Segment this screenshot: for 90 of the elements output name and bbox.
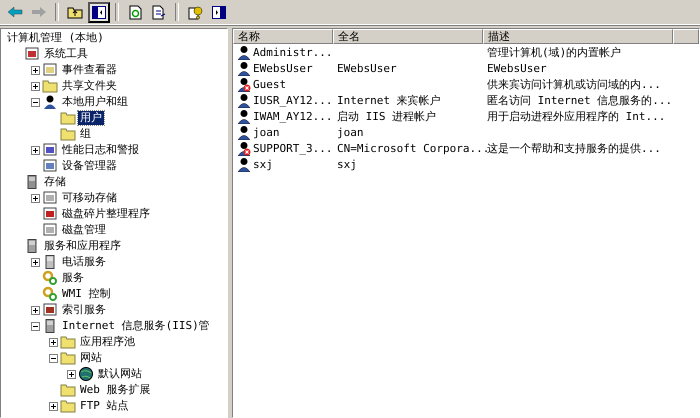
tree-item[interactable]: 默认网站 — [96, 367, 144, 381]
tree-item[interactable]: Internet 信息服务(IIS)管 — [60, 319, 212, 333]
plus-icon — [32, 306, 39, 314]
user-name[interactable]: IWAM_AY12... — [253, 110, 332, 122]
tree-item[interactable]: 共享文件夹 — [60, 79, 119, 93]
user-icon — [237, 108, 251, 124]
tree-item[interactable]: WMI 控制 — [60, 287, 112, 301]
tree-item[interactable]: 应用程序池 — [78, 335, 137, 349]
tree-item[interactable]: 设备管理器 — [60, 159, 119, 173]
folder-icon — [60, 398, 76, 414]
expand-toggle[interactable] — [31, 66, 40, 74]
user-icon — [237, 124, 251, 140]
tree-root-label[interactable]: 计算机管理 (本地) — [5, 31, 106, 45]
user-name[interactable]: joan — [253, 126, 280, 138]
plus-icon — [32, 146, 39, 154]
description: 用于启动进程外应用程序的 Int... — [487, 108, 666, 124]
disabled-user-icon — [237, 140, 251, 156]
tree-item[interactable]: 服务和应用程序 — [42, 239, 123, 253]
folder-icon — [60, 126, 76, 142]
tree-item[interactable]: 存储 — [42, 175, 68, 189]
user-name[interactable]: EWebsUser — [253, 62, 313, 74]
tree-item[interactable]: 磁盘管理 — [60, 223, 108, 237]
expand-toggle[interactable] — [67, 370, 76, 378]
folder-up-icon — [67, 5, 83, 19]
user-name[interactable]: Administr... — [253, 46, 332, 58]
expand-toggle[interactable] — [31, 82, 40, 90]
description: EWebsUser — [487, 62, 547, 74]
plus-icon — [32, 258, 39, 266]
tree-item[interactable]: 服务 — [60, 271, 86, 285]
tree-item[interactable]: 组 — [78, 127, 93, 141]
column-header[interactable]: 全名 — [333, 29, 483, 44]
column-header[interactable]: 描述 — [483, 29, 673, 44]
description: 匿名访问 Internet 信息服务的... — [487, 92, 672, 108]
expand-toggle[interactable] — [31, 194, 40, 202]
folder-icon — [60, 350, 76, 366]
user-name[interactable]: IUSR_AY12... — [253, 94, 332, 106]
tree-item[interactable]: 本地用户和组 — [60, 95, 130, 109]
full-name: EWebsUser — [337, 62, 397, 74]
export-list-icon — [152, 4, 166, 20]
tree-item[interactable]: 用户 — [78, 111, 104, 125]
expand-toggle[interactable] — [31, 306, 40, 314]
globe-icon — [78, 366, 94, 382]
tree-item[interactable]: 可移动存储 — [60, 191, 119, 205]
tree-item[interactable]: Web 服务扩展 — [78, 383, 152, 397]
folder-icon — [60, 334, 76, 350]
tree-item[interactable]: 事件查看器 — [60, 63, 119, 77]
plus-icon — [68, 370, 75, 378]
user-name[interactable]: sxj — [253, 158, 273, 170]
action-pane-icon — [212, 6, 226, 18]
tree-item[interactable]: 系统工具 — [42, 47, 90, 61]
column-header[interactable]: 名称 — [233, 29, 333, 44]
user-icon — [237, 92, 251, 108]
full-name: sxj — [337, 158, 357, 170]
plus-icon — [50, 338, 57, 346]
expand-toggle[interactable] — [31, 322, 40, 330]
user-icon — [237, 60, 251, 76]
disabled-user-icon — [237, 76, 251, 92]
full-name: joan — [337, 126, 364, 138]
refresh-icon — [128, 4, 142, 20]
expand-toggle[interactable] — [49, 338, 58, 346]
plus-icon — [32, 66, 39, 74]
description: 这是一个帮助和支持服务的提供... — [487, 140, 661, 156]
description: 供来宾访问计算机或访问域的内... — [487, 76, 661, 92]
folder-icon — [60, 382, 76, 398]
forward-arrow-icon — [31, 6, 47, 18]
tree-item[interactable]: 电话服务 — [60, 255, 108, 269]
plus-icon — [32, 82, 39, 90]
tree-toolbar-button[interactable] — [88, 2, 110, 22]
tree-item[interactable]: 网站 — [78, 351, 104, 365]
tree-pane-icon — [92, 6, 106, 18]
expand-toggle[interactable] — [49, 402, 58, 410]
expand-toggle[interactable] — [31, 146, 40, 154]
folder-icon — [60, 110, 76, 126]
back-arrow-icon — [7, 6, 23, 18]
full-name: Internet 来宾帐户 — [337, 92, 441, 108]
user-icon — [237, 44, 251, 60]
description: 管理计算机(域)的内置帐户 — [487, 44, 622, 60]
tree-item[interactable]: FTP 站点 — [78, 399, 130, 413]
tree-item[interactable]: 性能日志和警报 — [60, 143, 141, 157]
plus-icon — [32, 194, 39, 202]
users-icon — [42, 94, 58, 110]
full-name: 启动 IIS 进程帐户 — [337, 108, 436, 124]
plus-icon — [50, 402, 57, 410]
expand-toggle[interactable] — [31, 98, 40, 106]
user-icon — [237, 156, 251, 172]
expand-toggle[interactable] — [31, 258, 40, 266]
expand-toggle[interactable] — [49, 354, 58, 362]
tree-item[interactable]: 索引服务 — [60, 303, 108, 317]
folder-icon — [42, 78, 58, 94]
tree-item[interactable]: 磁盘碎片整理程序 — [60, 207, 152, 221]
